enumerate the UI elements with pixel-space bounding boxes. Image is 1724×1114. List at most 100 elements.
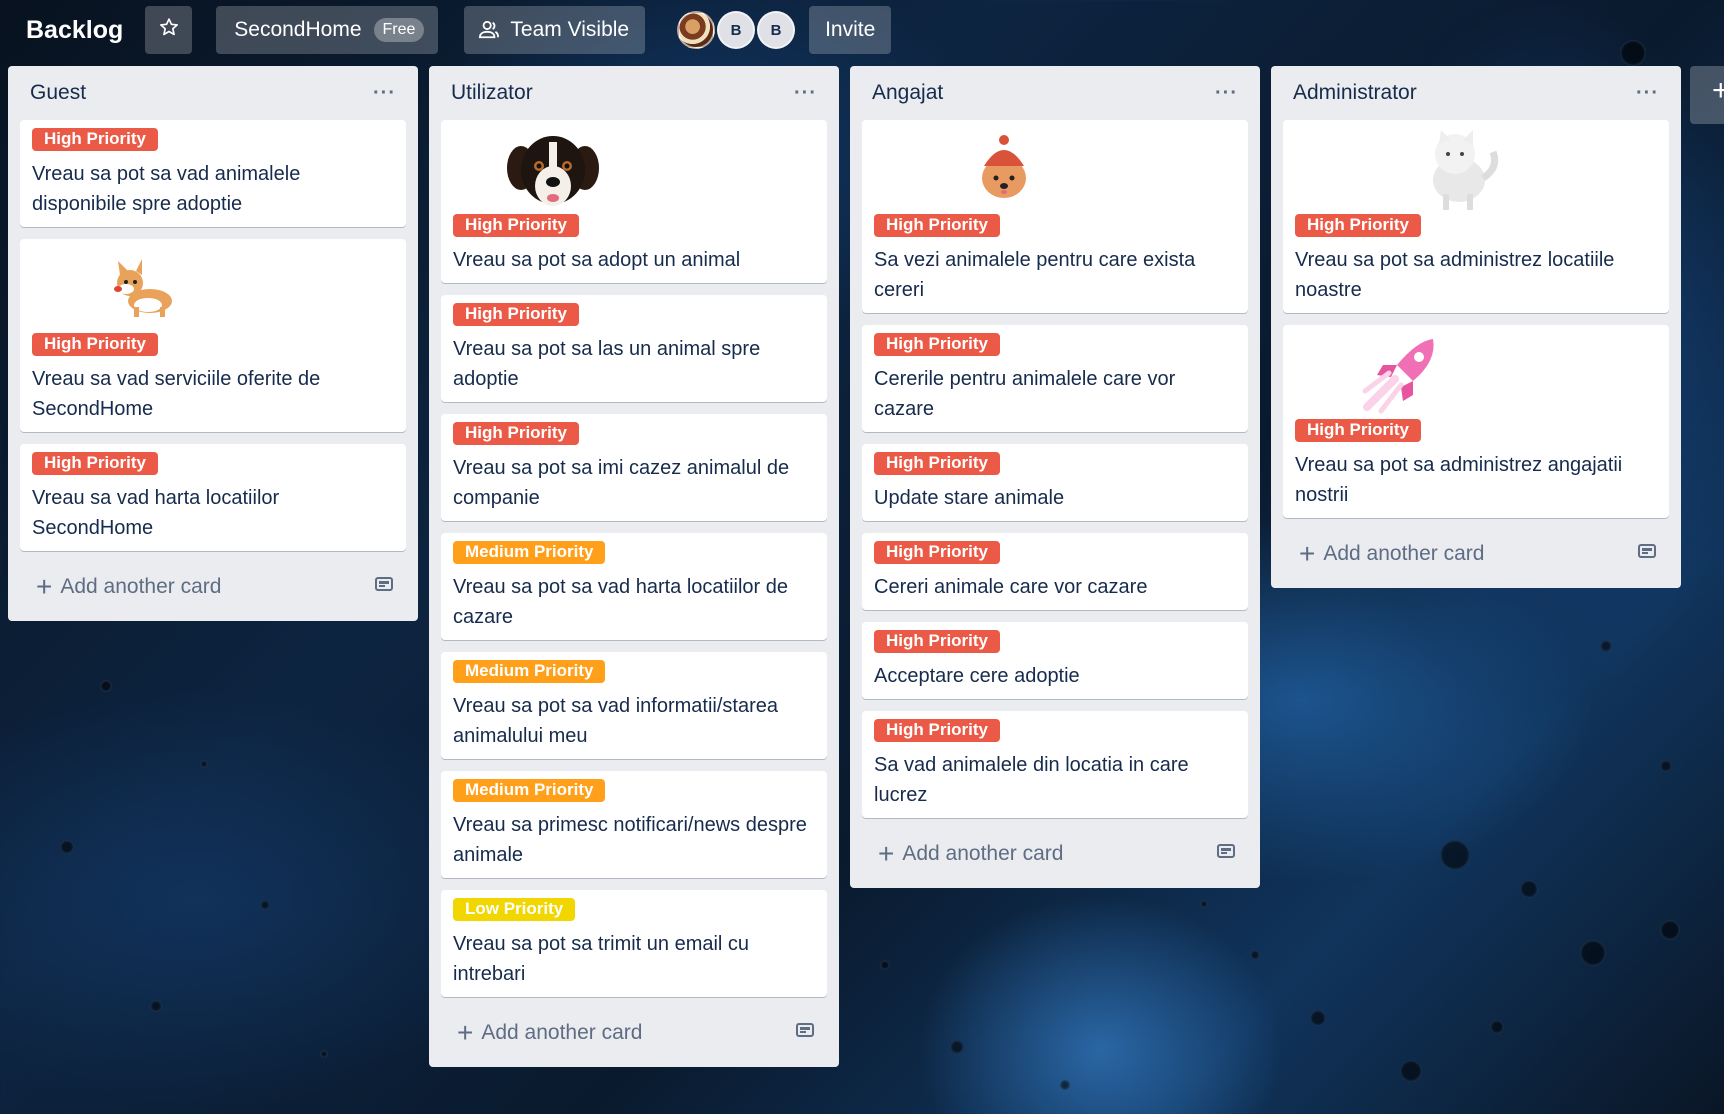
- add-card-button[interactable]: + Add another card: [1299, 540, 1484, 568]
- visibility-button[interactable]: Team Visible: [464, 6, 646, 54]
- priority-label: High Priority: [874, 214, 1001, 237]
- plan-badge: Free: [373, 18, 425, 42]
- priority-label: High Priority: [1295, 214, 1422, 237]
- card[interactable]: High Priority Vreau sa pot sa administre…: [1283, 120, 1669, 313]
- template-icon[interactable]: [1637, 542, 1657, 566]
- priority-label: Medium Priority: [453, 779, 606, 802]
- workspace-button[interactable]: SecondHome Free: [216, 6, 439, 54]
- priority-label: High Priority: [874, 333, 1001, 356]
- card-title: Vreau sa vad serviciile oferite de Secon…: [32, 368, 321, 420]
- card-title: Vreau sa pot sa administrez angajatii no…: [1295, 454, 1623, 506]
- add-card-label: Add another card: [902, 842, 1064, 865]
- card-title: Vreau sa pot sa las un animal spre adopt…: [453, 338, 761, 390]
- card-title: Vreau sa vad harta locatiilor SecondHome: [32, 487, 280, 539]
- card[interactable]: High Priority Update stare animale: [862, 444, 1248, 521]
- card-title: Vreau sa pot sa vad harta locatiilor de …: [453, 576, 789, 628]
- card-title: Vreau sa pot sa vad animalele disponibil…: [32, 163, 301, 215]
- priority-label: High Priority: [874, 630, 1001, 653]
- card-title: Vreau sa pot sa adopt un animal: [453, 249, 741, 271]
- list-menu-icon[interactable]: ···: [1636, 82, 1659, 105]
- priority-label: High Priority: [32, 452, 159, 475]
- card[interactable]: Medium Priority Vreau sa pot sa vad hart…: [441, 533, 827, 640]
- card-title: Vreau sa pot sa imi cazez animalul de co…: [453, 457, 790, 509]
- add-card-button[interactable]: + Add another card: [36, 573, 221, 601]
- plus-icon: +: [1299, 538, 1316, 569]
- card[interactable]: High Priority Vreau sa vad harta locatii…: [20, 444, 406, 551]
- priority-label: High Priority: [453, 422, 580, 445]
- card[interactable]: Medium Priority Vreau sa pot sa vad info…: [441, 652, 827, 759]
- invite-button[interactable]: Invite: [809, 6, 892, 54]
- avatar[interactable]: B: [717, 11, 756, 49]
- plus-icon: +: [36, 571, 53, 602]
- corgi-sticker: [32, 247, 394, 333]
- card-title: Vreau sa primesc notificari/news despre …: [453, 814, 807, 866]
- add-card-button[interactable]: + Add another card: [457, 1019, 642, 1047]
- card[interactable]: High Priority Sa vad animalele din locat…: [862, 711, 1248, 818]
- card[interactable]: High Priority Vreau sa vad serviciile of…: [20, 239, 406, 432]
- plus-icon: +: [878, 838, 895, 869]
- card-title: Acceptare cere adoptie: [874, 665, 1080, 687]
- list-footer: + Add another card: [862, 830, 1248, 878]
- add-card-label: Add another card: [60, 575, 222, 598]
- card[interactable]: High Priority Cereri animale care vor ca…: [862, 533, 1248, 610]
- board-title[interactable]: Backlog: [26, 16, 123, 45]
- list-footer: + Add another card: [20, 563, 406, 611]
- card-title: Update stare animale: [874, 487, 1065, 509]
- list-menu-icon[interactable]: ···: [794, 82, 817, 105]
- pomeranian-sticker: [874, 128, 1236, 214]
- list-header: Angajat ···: [862, 66, 1248, 120]
- card[interactable]: High Priority Sa vezi animalele pentru c…: [862, 120, 1248, 313]
- priority-label: High Priority: [1295, 419, 1422, 442]
- list-guest: Guest ··· High Priority Vreau sa pot sa …: [8, 66, 418, 621]
- priority-label: High Priority: [453, 214, 580, 237]
- priority-label: Medium Priority: [453, 541, 606, 564]
- avatar[interactable]: B: [757, 11, 796, 49]
- card-title: Sa vad animalele din locatia in care luc…: [874, 754, 1189, 806]
- card-title: Sa vezi animalele pentru care exista cer…: [874, 249, 1196, 301]
- card[interactable]: High Priority Vreau sa pot sa vad animal…: [20, 120, 406, 227]
- add-list-button[interactable]: +: [1690, 66, 1724, 124]
- priority-label: High Priority: [32, 128, 159, 151]
- list-administrator: Administrator ··· High Priority Vreau sa…: [1271, 66, 1681, 588]
- list-menu-icon[interactable]: ···: [1215, 82, 1238, 105]
- card-title: Vreau sa pot sa trimit un email cu intre…: [453, 933, 750, 985]
- template-icon[interactable]: [374, 575, 394, 599]
- priority-label: High Priority: [453, 303, 580, 326]
- priority-label: Low Priority: [453, 898, 576, 921]
- card[interactable]: High Priority Cererile pentru animalele …: [862, 325, 1248, 432]
- card[interactable]: High Priority Vreau sa pot sa imi cazez …: [441, 414, 827, 521]
- card[interactable]: Low Priority Vreau sa pot sa trimit un e…: [441, 890, 827, 997]
- list-angajat: Angajat ··· High Priority Sa vezi animal…: [850, 66, 1260, 888]
- list-title[interactable]: Utilizator: [451, 81, 533, 105]
- card[interactable]: High Priority Vreau sa pot sa las un ani…: [441, 295, 827, 402]
- list-footer: + Add another card: [441, 1009, 827, 1057]
- card-title: Cererile pentru animalele care vor cazar…: [874, 368, 1176, 420]
- template-icon[interactable]: [795, 1021, 815, 1045]
- cat-sticker: [1295, 128, 1657, 214]
- plus-icon: +: [457, 1017, 474, 1048]
- avatar-photo[interactable]: [677, 11, 716, 49]
- priority-label: High Priority: [874, 541, 1001, 564]
- add-card-button[interactable]: + Add another card: [878, 840, 1063, 868]
- add-card-label: Add another card: [1323, 542, 1485, 565]
- star-icon: [159, 17, 179, 43]
- priority-label: High Priority: [32, 333, 159, 356]
- member-avatars: B B: [677, 11, 797, 49]
- card-title: Cereri animale care vor cazare: [874, 576, 1148, 598]
- list-menu-icon[interactable]: ···: [373, 82, 396, 105]
- card[interactable]: High Priority Vreau sa pot sa administre…: [1283, 325, 1669, 518]
- list-title[interactable]: Guest: [30, 81, 86, 105]
- board-header: Backlog SecondHome Free Team Visible B B…: [0, 0, 1724, 60]
- priority-label: High Priority: [874, 719, 1001, 742]
- list-title[interactable]: Administrator: [1293, 81, 1417, 105]
- list-header: Utilizator ···: [441, 66, 827, 120]
- list-footer: + Add another card: [1283, 530, 1669, 578]
- dog-sticker: [453, 128, 815, 214]
- list-title[interactable]: Angajat: [872, 81, 943, 105]
- card-title: Vreau sa pot sa vad informatii/starea an…: [453, 695, 778, 747]
- star-button[interactable]: [145, 6, 193, 54]
- card[interactable]: Medium Priority Vreau sa primesc notific…: [441, 771, 827, 878]
- card[interactable]: High Priority Vreau sa pot sa adopt un a…: [441, 120, 827, 283]
- card[interactable]: High Priority Acceptare cere adoptie: [862, 622, 1248, 699]
- template-icon[interactable]: [1216, 842, 1236, 866]
